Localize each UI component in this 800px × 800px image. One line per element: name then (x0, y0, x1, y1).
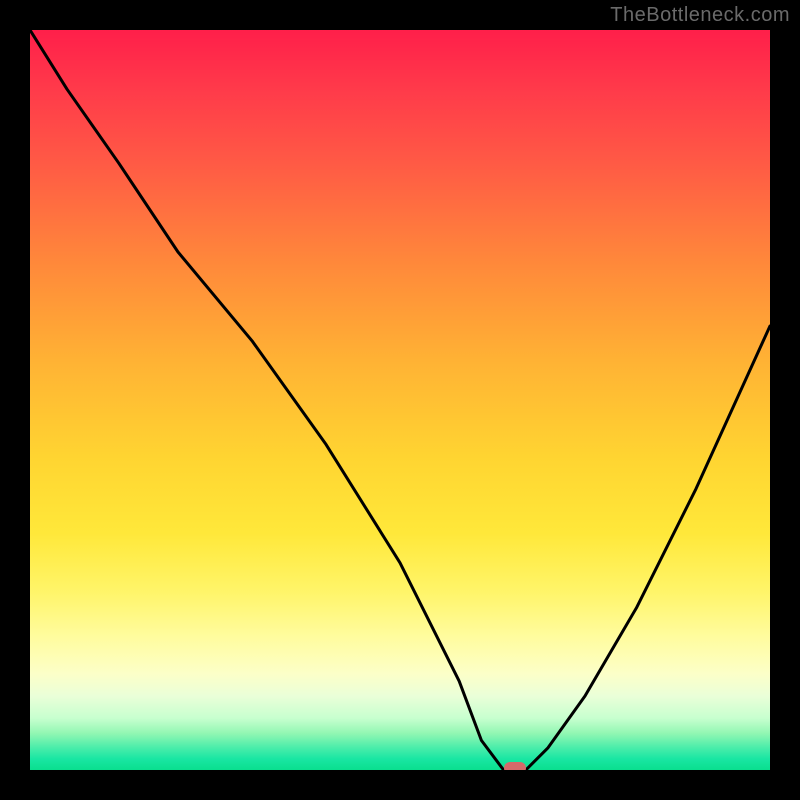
curve-path (30, 30, 770, 770)
plot-area (30, 30, 770, 770)
watermark-text: TheBottleneck.com (610, 4, 790, 27)
optimal-marker (504, 762, 526, 770)
bottleneck-curve (30, 30, 770, 770)
chart-frame: TheBottleneck.com (0, 0, 800, 800)
